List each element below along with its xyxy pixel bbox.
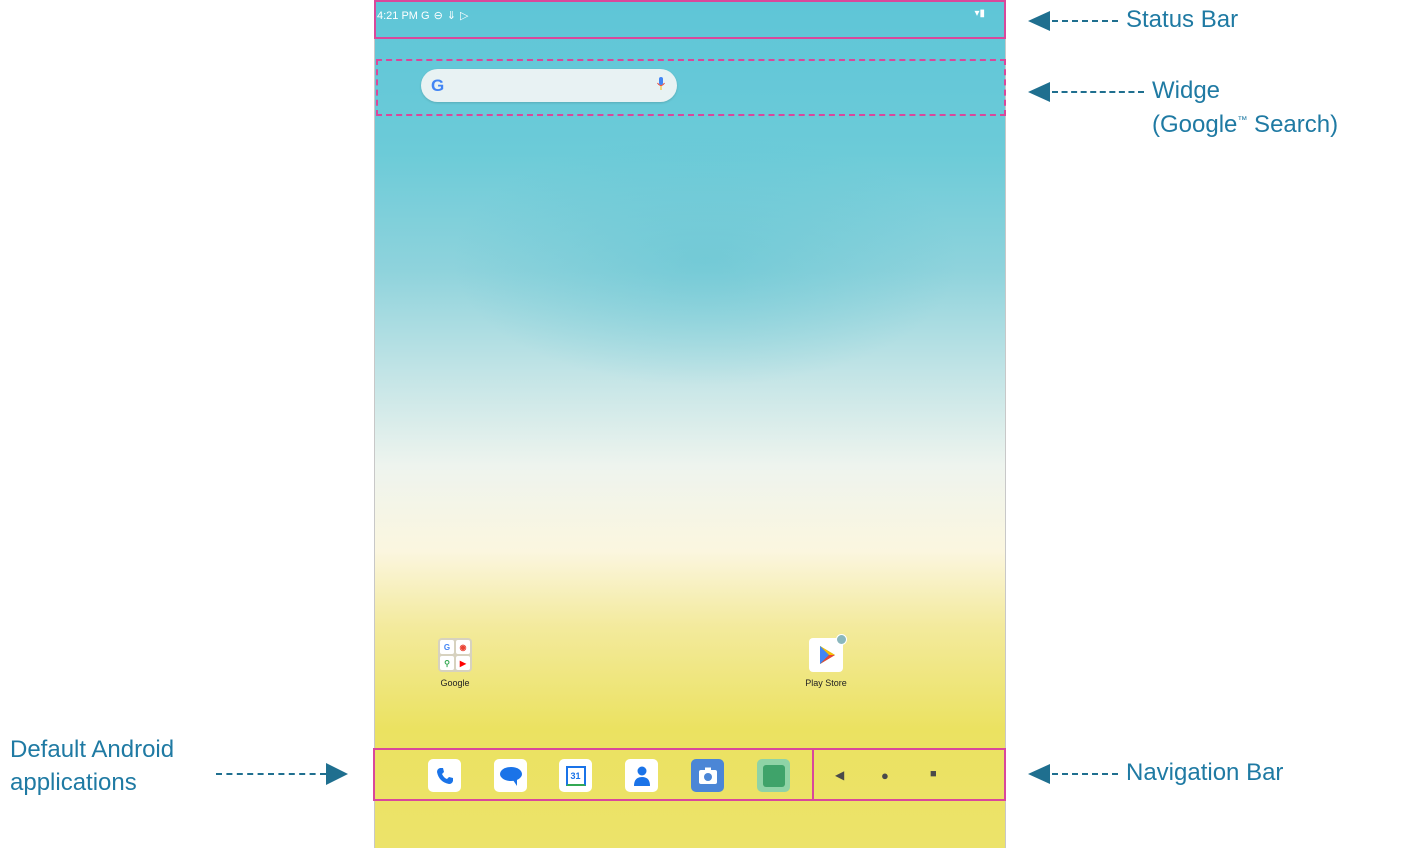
widget-annotation-search: Search)	[1247, 111, 1339, 138]
google-folder-label: Google	[440, 678, 470, 688]
google-app-icon: G	[440, 640, 454, 654]
google-folder-icon: G ◉ ⚲ ▶	[438, 638, 472, 672]
chrome-icon: ◉	[456, 640, 470, 654]
default-apps-highlight	[373, 748, 814, 801]
widget-arrow	[1028, 82, 1050, 102]
widget-highlight	[376, 59, 1006, 116]
notification-dot	[836, 634, 847, 645]
default-apps-dash	[216, 773, 326, 777]
default-apps-arrow	[326, 763, 348, 785]
default-apps-annotation-line1: Default Android	[10, 736, 175, 763]
play-store-app[interactable]: Play Store	[786, 634, 866, 688]
status-bar-annotation: Status Bar	[1126, 6, 1239, 33]
play-store-label: Play Store	[805, 678, 847, 688]
play-store-icon	[809, 634, 847, 672]
google-folder[interactable]: G ◉ ⚲ ▶ Google	[415, 638, 495, 688]
status-bar-dash	[1052, 20, 1118, 24]
widget-annotation-line2: (Google™ Search)	[1152, 111, 1338, 139]
trademark-symbol: ™	[1237, 115, 1248, 126]
default-apps-annotation-line2: applications	[10, 769, 137, 796]
navigation-bar-highlight	[812, 748, 1006, 801]
widget-annotation-line1: Widge	[1152, 77, 1221, 104]
youtube-icon: ▶	[456, 656, 470, 670]
widget-dash	[1052, 91, 1144, 95]
widget-annotation-google: (Google	[1152, 111, 1238, 138]
navigation-bar-arrow	[1028, 764, 1050, 784]
maps-icon: ⚲	[440, 656, 454, 670]
navigation-bar-dash	[1052, 773, 1118, 777]
navigation-bar-annotation: Navigation Bar	[1126, 759, 1284, 786]
tablet-screen: 4:21 PM G⊖⇓▷ ▾▮ G G ◉ ⚲ ▶ Google Play St…	[374, 0, 1006, 848]
status-bar-highlight	[374, 0, 1006, 39]
status-bar-arrow	[1028, 11, 1050, 31]
